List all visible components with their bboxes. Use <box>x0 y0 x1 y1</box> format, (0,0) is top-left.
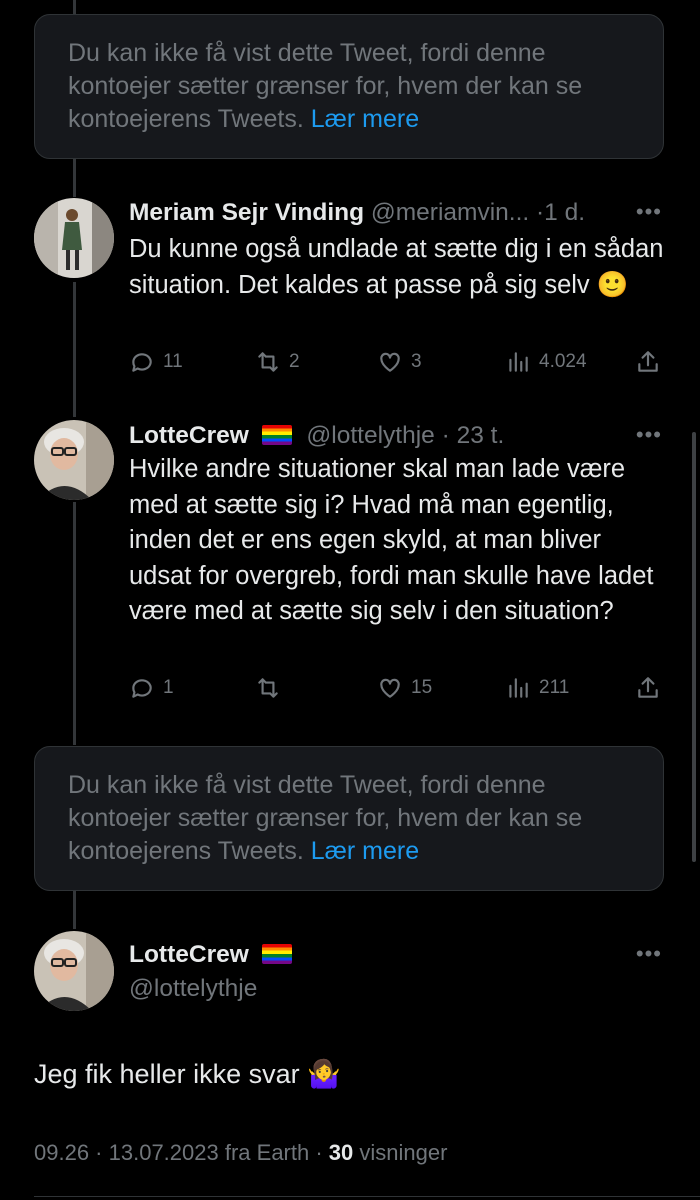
tweet-text: Hvilke andre situationer skal man lade v… <box>129 455 654 625</box>
divider <box>34 1196 700 1197</box>
thread-line-top <box>73 0 76 14</box>
views-icon <box>509 352 528 372</box>
main-tweet-handle-row: @lottelythje <box>129 975 666 1003</box>
retweet-button[interactable] <box>255 670 289 706</box>
reply-header: LotteCrew @lottelythje · 23 t. <box>129 422 666 450</box>
tweet-body: Du kunne også undlade at sætte dig i en … <box>129 235 664 299</box>
author-name[interactable]: LotteCrew <box>129 422 249 449</box>
like-icon <box>380 678 400 698</box>
author-name[interactable]: Meriam Sejr Vinding <box>129 199 364 226</box>
like-button[interactable]: 3 <box>377 344 422 380</box>
views-button[interactable]: 211 <box>505 670 569 706</box>
learn-more-link[interactable]: Lær mere <box>311 837 419 865</box>
rainbow-flag-icon <box>261 425 292 445</box>
like-button[interactable]: 15 <box>377 670 432 706</box>
author-handle[interactable]: @lottelythje <box>306 422 434 449</box>
views-icon <box>509 678 528 698</box>
more-icon[interactable]: ••• <box>636 941 662 967</box>
more-icon[interactable]: ••• <box>636 422 662 448</box>
tweet-date[interactable]: 13.07.2023 <box>109 1140 219 1165</box>
tweet-source: fra Earth <box>224 1140 310 1165</box>
share-icon <box>638 677 658 698</box>
retweet-icon <box>258 352 278 372</box>
avatar[interactable] <box>34 420 114 500</box>
views-label: visninger <box>359 1140 448 1165</box>
thread-line-2 <box>73 282 76 417</box>
reply-count: 1 <box>163 677 174 698</box>
reply-icon <box>132 353 152 372</box>
more-icon[interactable]: ••• <box>636 199 662 225</box>
tweet-body: Jeg fik heller ikke svar <box>34 1059 300 1089</box>
smile-emoji-icon: 🙂 <box>596 270 629 299</box>
reply-count: 11 <box>163 351 183 372</box>
shrug-emoji-icon: 🤷‍♀️ <box>307 1059 341 1089</box>
separator: · <box>441 422 450 449</box>
views-count: 30 <box>328 1140 354 1165</box>
tweet-time[interactable]: 1 d. <box>544 199 585 226</box>
scrollbar[interactable] <box>692 432 696 862</box>
like-count: 15 <box>411 677 433 698</box>
tweet-time[interactable]: 23 t. <box>457 422 505 449</box>
like-icon <box>380 352 400 372</box>
separator: · <box>536 199 545 226</box>
retweet-count: 2 <box>289 351 300 372</box>
tweet-text: Du kunne også undlade at sætte dig i en … <box>129 232 664 303</box>
retweet-button[interactable]: 2 <box>255 344 300 380</box>
share-button[interactable] <box>635 670 661 706</box>
main-tweet-author: LotteCrew <box>129 941 666 969</box>
avatar[interactable] <box>34 931 114 1011</box>
reply-header: Meriam Sejr Vinding @meriamvin... ·1 d. <box>129 199 666 227</box>
like-count: 3 <box>411 351 422 372</box>
thread-line-4 <box>73 891 76 929</box>
thread-line-1 <box>73 159 76 197</box>
views-count: 211 <box>539 677 570 698</box>
reply-button[interactable]: 1 <box>129 670 174 706</box>
learn-more-link[interactable]: Lær mere <box>311 105 419 133</box>
retweet-icon <box>258 678 278 698</box>
reply-icon <box>132 679 152 698</box>
tweet-time[interactable]: 09.26 <box>34 1140 89 1165</box>
avatar[interactable] <box>34 198 114 278</box>
author-handle[interactable]: @meriamvin... <box>371 199 529 226</box>
tweet-actions: 1 15 211 <box>129 670 666 706</box>
tweet-meta: 09.26 · 13.07.2023 fra Earth · 30 visnin… <box>34 1140 448 1165</box>
tweet-actions: 11 2 3 4.024 <box>129 344 666 380</box>
reply-button[interactable]: 11 <box>129 344 183 380</box>
share-icon <box>638 351 658 372</box>
author-name[interactable]: LotteCrew <box>129 941 249 968</box>
share-button[interactable] <box>635 344 661 380</box>
thread-line-3 <box>73 502 76 745</box>
restricted-tweet-notice: Du kan ikke få vist dette Tweet, fordi d… <box>34 746 664 891</box>
views-count: 4.024 <box>539 351 587 372</box>
views-button[interactable]: 4.024 <box>505 344 587 380</box>
main-tweet-text: Jeg fik heller ikke svar 🤷‍♀️ <box>34 1058 341 1090</box>
author-handle[interactable]: @lottelythje <box>129 975 257 1002</box>
rainbow-flag-icon <box>261 944 292 964</box>
restricted-tweet-notice: Du kan ikke få vist dette Tweet, fordi d… <box>34 14 664 159</box>
